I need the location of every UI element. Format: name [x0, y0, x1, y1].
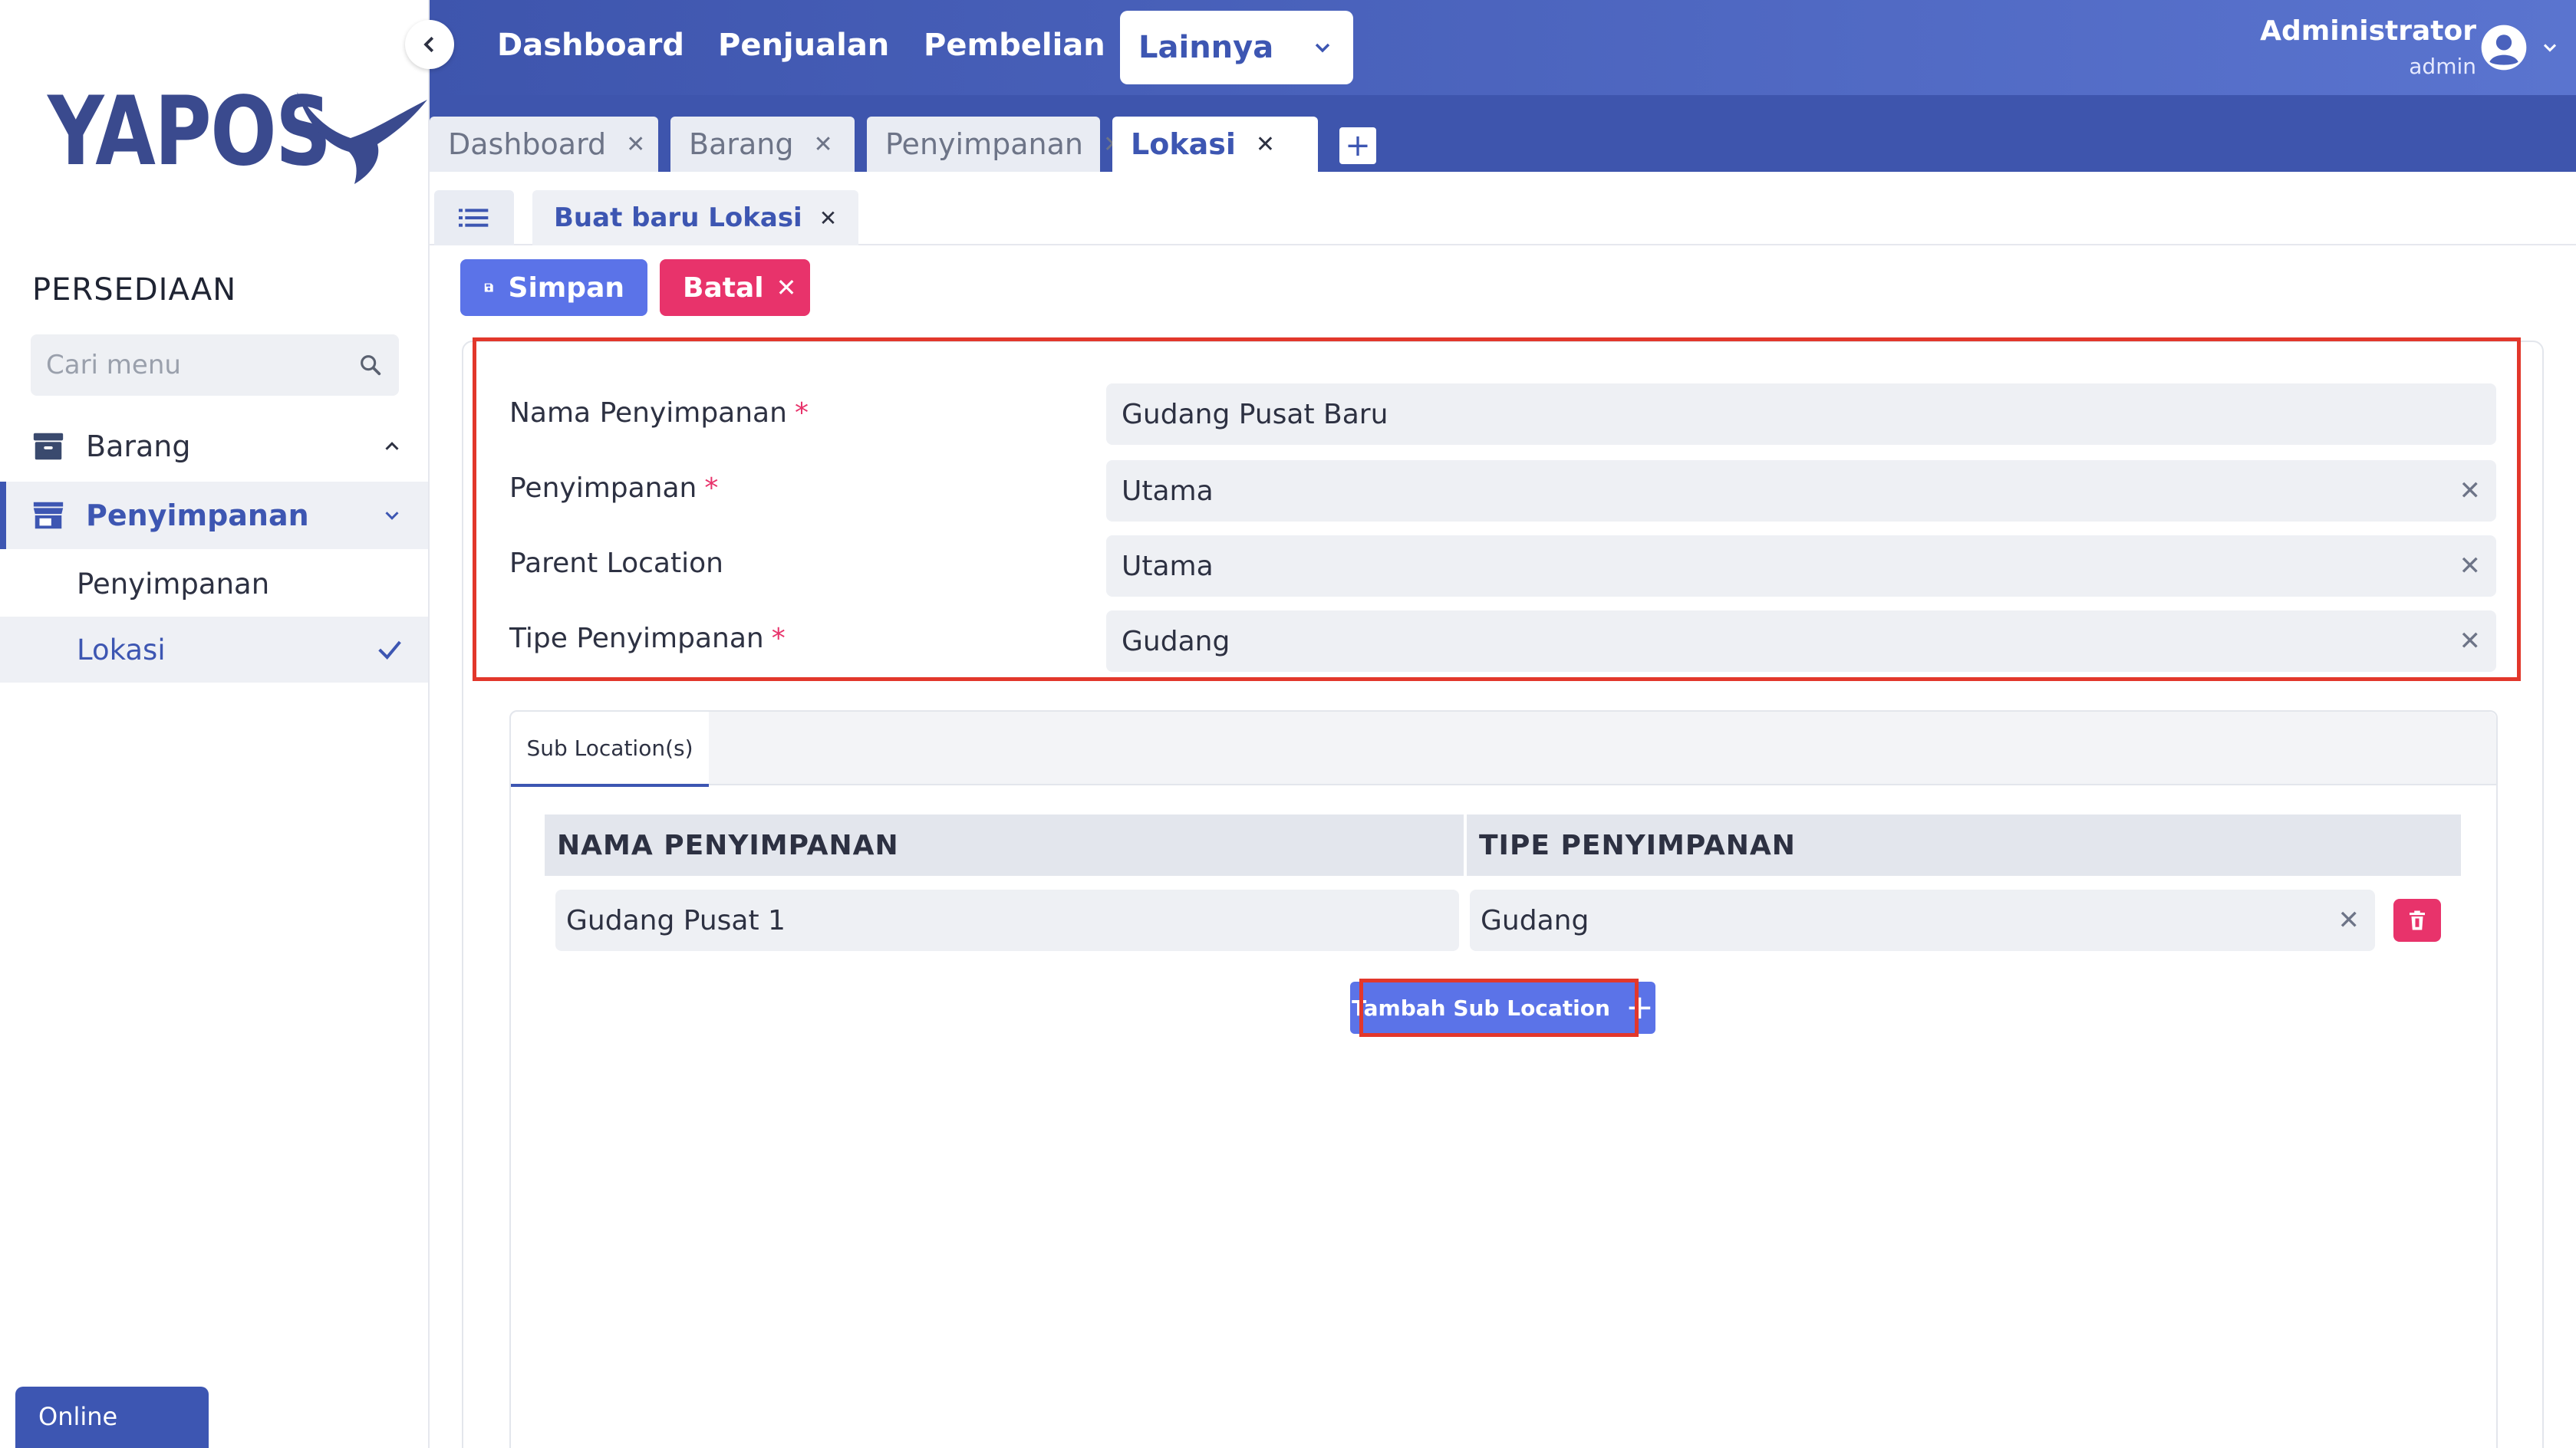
- close-icon[interactable]: ✕: [1256, 131, 1275, 158]
- clear-icon[interactable]: ✕: [2459, 626, 2482, 657]
- sidebar-subitem-lokasi[interactable]: Lokasi: [0, 617, 428, 683]
- nav-dashboard[interactable]: Dashboard: [497, 28, 684, 63]
- trash-icon: [2410, 910, 2425, 930]
- sidebar-subitem-penyimpanan[interactable]: Penyimpanan: [0, 551, 428, 617]
- field-label-parent-location: Parent Location: [509, 548, 723, 579]
- close-icon[interactable]: ✕: [813, 131, 832, 158]
- tab-label: Penyimpanan: [885, 127, 1083, 161]
- sublocation-type-select[interactable]: Gudang ✕: [1470, 890, 2375, 951]
- required-marker: *: [704, 472, 719, 504]
- chevron-down-icon: [385, 512, 399, 520]
- column-header-nama: NAMA PENYIMPANAN: [545, 814, 1464, 876]
- tipe-penyimpanan-select[interactable]: Gudang ✕: [1106, 610, 2496, 672]
- tab-buat-baru-lokasi[interactable]: Buat baru Lokasi ✕: [532, 190, 859, 245]
- section-title: PERSEDIAAN: [32, 272, 237, 308]
- tab-label: Lokasi: [1131, 127, 1236, 161]
- add-tab-button[interactable]: +: [1339, 127, 1376, 164]
- panel-tab-header: Sub Location(s): [511, 712, 2496, 787]
- required-marker: *: [771, 623, 786, 654]
- close-icon[interactable]: ✕: [819, 206, 837, 231]
- close-icon: ✕: [776, 273, 797, 302]
- active-indicator: [0, 482, 6, 549]
- list-icon: [459, 209, 489, 227]
- sidebar-item-label: Barang: [86, 429, 191, 463]
- nama-penyimpanan-input[interactable]: Gudang Pusat Baru: [1106, 383, 2496, 445]
- brand-logo: YAPOS: [48, 84, 427, 184]
- tab-label: Barang: [689, 127, 794, 161]
- close-icon[interactable]: ✕: [626, 131, 645, 158]
- clear-icon[interactable]: ✕: [2338, 905, 2360, 936]
- page-tab-bar: Dashboard ✕ Barang ✕ Penyimpanan ✕ Lokas…: [430, 95, 2576, 172]
- tab-lokasi[interactable]: Lokasi ✕: [1112, 117, 1318, 172]
- field-value: Gudang Pusat Baru: [1122, 398, 1388, 430]
- form-subtab-bar: Buat baru Lokasi ✕: [430, 172, 2576, 245]
- sidebar: YAPOS PERSEDIAAN Cari menu Barang Penyim…: [0, 0, 430, 1448]
- subtab-label: Buat baru Lokasi: [554, 202, 802, 233]
- user-name[interactable]: Administrator: [2260, 15, 2476, 47]
- sidebar-subitem-label: Penyimpanan: [77, 567, 270, 601]
- field-value: Utama: [1122, 550, 1214, 582]
- tab-penyimpanan[interactable]: Penyimpanan ✕: [867, 117, 1122, 172]
- clear-icon[interactable]: ✕: [2459, 551, 2482, 581]
- nav-pembelian[interactable]: Pembelian: [924, 28, 1105, 63]
- tab-label: Dashboard: [448, 127, 607, 161]
- search-icon: [361, 355, 381, 376]
- cell-value: Gudang: [1481, 904, 1589, 936]
- field-value: Utama: [1122, 475, 1214, 507]
- top-navbar: Dashboard Penjualan Pembelian Lainnya Ad…: [430, 0, 2576, 95]
- store-icon: [33, 502, 64, 529]
- tab-barang[interactable]: Barang ✕: [670, 117, 855, 172]
- list-view-button[interactable]: [434, 190, 514, 245]
- column-header-tipe: TIPE PENYIMPANAN: [1467, 814, 2461, 876]
- required-marker: *: [794, 397, 809, 429]
- bird-logo-icon: [297, 92, 427, 184]
- plus-icon: +: [1625, 988, 1654, 1027]
- dropdown-label: Lainnya: [1138, 30, 1274, 65]
- chevron-down-icon: [1315, 43, 1330, 53]
- chevron-up-icon: [385, 442, 399, 450]
- delete-row-button[interactable]: [2393, 899, 2441, 942]
- cancel-button[interactable]: Batal ✕: [660, 259, 810, 316]
- tab-dashboard[interactable]: Dashboard ✕: [430, 117, 658, 172]
- menu-search-input[interactable]: Cari menu: [31, 334, 399, 396]
- field-label-tipe-penyimpanan: Tipe Penyimpanan *: [509, 623, 786, 654]
- cell-value: Gudang Pusat 1: [566, 904, 786, 936]
- user-role: admin: [2409, 54, 2476, 79]
- sidebar-collapse-button[interactable]: [405, 20, 454, 69]
- sidebar-item-barang[interactable]: Barang: [0, 413, 428, 480]
- sidebar-item-label: Penyimpanan: [86, 499, 309, 532]
- chevron-down-icon[interactable]: [2539, 37, 2561, 58]
- check-icon: [378, 640, 401, 660]
- chevron-left-icon: [423, 36, 434, 53]
- save-button[interactable]: Simpan: [460, 259, 647, 316]
- add-sub-location-button[interactable]: Tambah Sub Location +: [1350, 982, 1655, 1034]
- field-value: Gudang: [1122, 625, 1230, 657]
- penyimpanan-select[interactable]: Utama ✕: [1106, 460, 2496, 522]
- tab-sub-locations[interactable]: Sub Location(s): [511, 712, 709, 787]
- search-placeholder: Cari menu: [46, 350, 181, 380]
- parent-location-select[interactable]: Utama ✕: [1106, 535, 2496, 597]
- online-status-badge[interactable]: Online: [15, 1387, 209, 1448]
- nav-lainnya-dropdown[interactable]: Lainnya: [1120, 11, 1353, 84]
- user-avatar-icon[interactable]: [2479, 23, 2528, 72]
- sidebar-subitem-label: Lokasi: [77, 633, 166, 666]
- nav-penjualan[interactable]: Penjualan: [718, 28, 889, 63]
- archive-box-icon: [33, 433, 64, 460]
- field-label-penyimpanan: Penyimpanan *: [509, 472, 719, 504]
- sublocation-name-input[interactable]: Gudang Pusat 1: [555, 890, 1459, 951]
- add-sub-location-label: Tambah Sub Location: [1352, 995, 1610, 1021]
- save-label: Simpan: [508, 272, 624, 304]
- field-label-nama-penyimpanan: Nama Penyimpanan *: [509, 397, 809, 429]
- clear-icon[interactable]: ✕: [2459, 476, 2482, 506]
- floppy-disk-icon: [484, 283, 493, 292]
- sidebar-item-penyimpanan[interactable]: Penyimpanan: [0, 482, 428, 549]
- cancel-label: Batal: [683, 272, 764, 304]
